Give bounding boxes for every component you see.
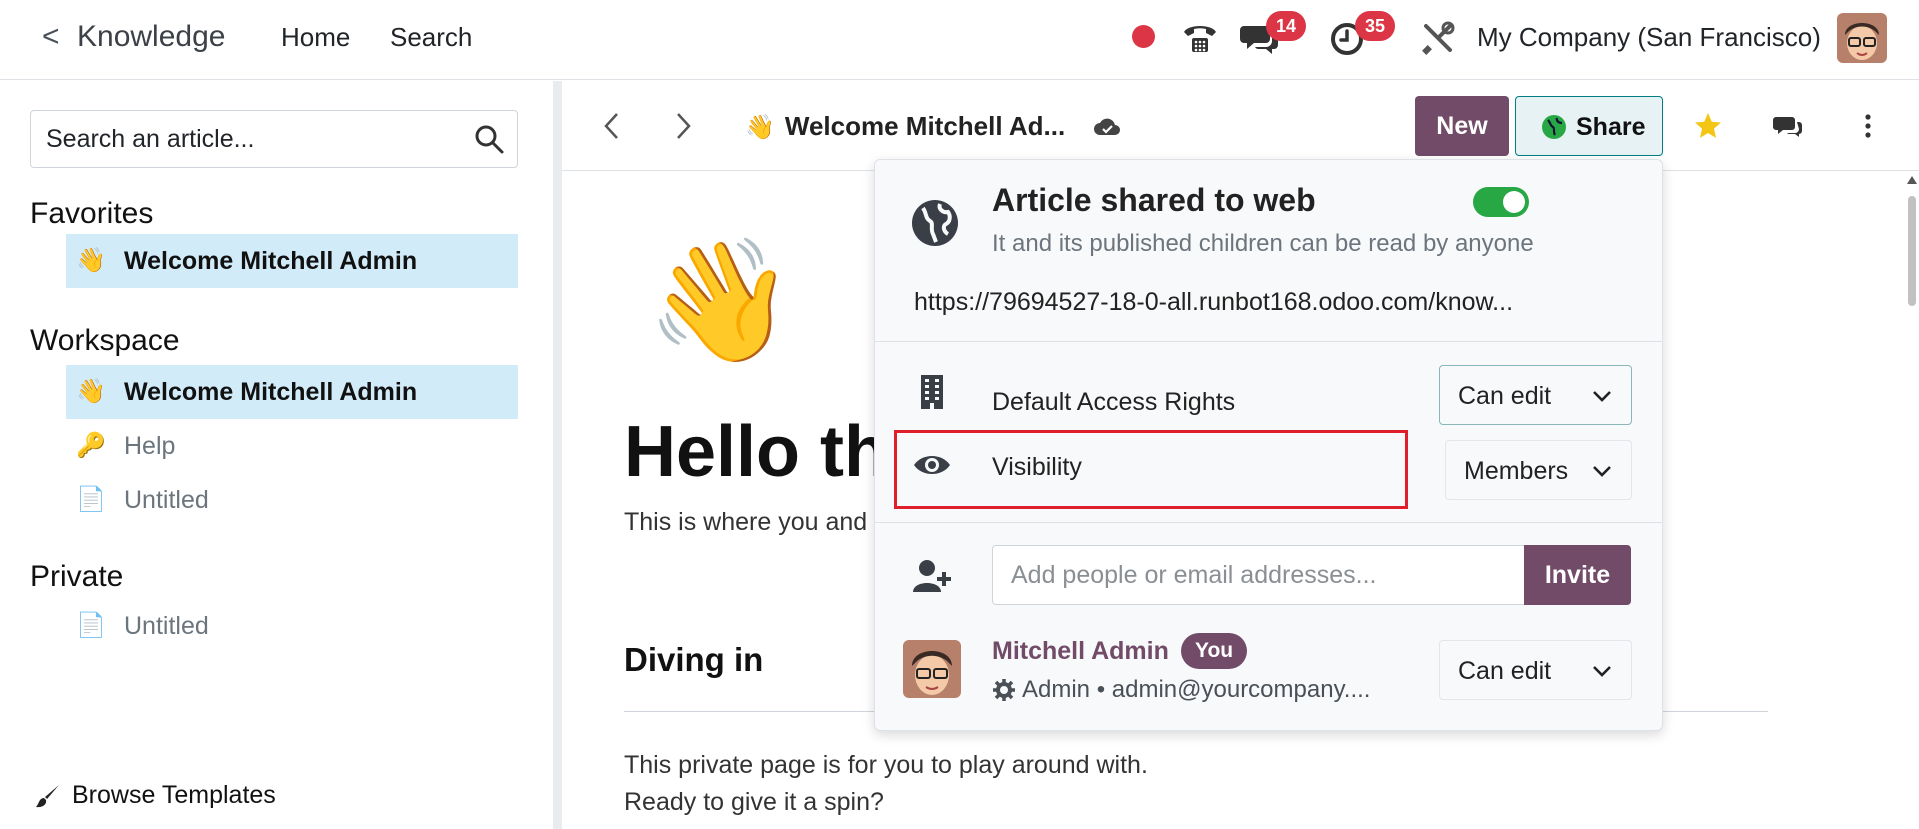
gear-icon	[992, 678, 1016, 702]
app-name[interactable]: Knowledge	[77, 20, 225, 54]
scroll-up-arrow[interactable]	[1907, 176, 1917, 184]
menu-home[interactable]: Home	[281, 22, 350, 53]
paintbrush-icon	[35, 783, 61, 809]
menu-search[interactable]: Search	[390, 22, 472, 53]
workspace-item-help[interactable]: 🔑 Help	[66, 419, 518, 473]
share-url[interactable]: https://79694527-18-0-all.runbot168.odoo…	[914, 288, 1513, 317]
messages-badge: 14	[1266, 11, 1307, 41]
top-navbar: < Knowledge Home Search 14 35 My Company…	[0, 0, 1919, 80]
article-search[interactable]	[30, 110, 518, 168]
visibility-highlight-box	[894, 430, 1408, 509]
globe-icon	[1541, 114, 1567, 140]
back-button[interactable]: <	[42, 20, 60, 54]
share-subtitle: It and its published children can be rea…	[992, 230, 1534, 257]
next-arrow-icon[interactable]	[668, 109, 698, 143]
favorite-item-welcome[interactable]: 👋 Welcome Mitchell Admin	[66, 234, 518, 288]
member-permission-value: Can edit	[1458, 657, 1552, 685]
status-indicator[interactable]	[1132, 25, 1155, 48]
chevron-down-icon	[1593, 391, 1611, 402]
tree-item-label: Untitled	[124, 486, 209, 514]
waving-hand-icon: 👋	[745, 114, 775, 141]
previous-arrow-icon[interactable]	[597, 109, 627, 143]
tools-icon[interactable]	[1418, 18, 1458, 58]
member-permission-select[interactable]: Can edit	[1439, 640, 1632, 700]
tree-item-label: Help	[124, 432, 176, 460]
key-icon: 🔑	[76, 432, 106, 459]
new-button[interactable]: New	[1415, 96, 1509, 156]
phone-icon[interactable]	[1180, 18, 1220, 58]
sidebar-resize-handle[interactable]	[553, 81, 562, 829]
visibility-value: Members	[1464, 457, 1569, 485]
private-title: Private	[30, 560, 124, 593]
member-role-email: Admin • admin@yourcompany....	[1022, 676, 1371, 703]
you-badge: You	[1181, 633, 1248, 669]
share-button[interactable]: Share	[1515, 96, 1663, 156]
share-popover: Article shared to web It and its publish…	[874, 159, 1663, 731]
chevron-down-icon	[1593, 666, 1611, 677]
user-avatar[interactable]	[1837, 13, 1887, 63]
workspace-item-welcome[interactable]: 👋 Welcome Mitchell Admin	[66, 365, 518, 419]
favorites-title: Favorites	[30, 197, 154, 230]
workspace-title: Workspace	[30, 324, 180, 357]
article-toolbar: 👋 Welcome Mitchell Ad... New Share	[562, 81, 1919, 171]
default-access-select[interactable]: Can edit	[1439, 365, 1632, 425]
paragraph[interactable]: Ready to give it a spin?	[624, 788, 884, 817]
more-options-icon[interactable]	[1862, 111, 1892, 141]
workspace-item-untitled[interactable]: 📄 Untitled	[66, 473, 518, 527]
waving-hand-icon: 👋	[76, 247, 106, 274]
activities-badge: 35	[1355, 11, 1396, 41]
default-access-value: Can edit	[1458, 382, 1552, 410]
add-user-icon	[912, 556, 952, 596]
breadcrumb-title: Welcome Mitchell Ad...	[784, 111, 1066, 141]
tree-item-label: Welcome Mitchell Admin	[124, 247, 418, 275]
star-icon[interactable]	[1693, 111, 1723, 141]
invite-input[interactable]	[992, 545, 1524, 605]
building-icon	[912, 372, 952, 412]
article-scrollbar[interactable]	[1906, 176, 1918, 829]
article-cover-emoji[interactable]: 👋	[646, 231, 795, 371]
share-label: Share	[1576, 113, 1646, 141]
paragraph[interactable]: This private page is for you to play aro…	[624, 751, 1148, 780]
browse-templates-label: Browse Templates	[72, 781, 276, 809]
tree-item-label: Untitled	[124, 612, 209, 640]
document-icon: 📄	[76, 486, 106, 513]
section-heading[interactable]: Diving in	[624, 641, 763, 679]
search-icon[interactable]	[473, 123, 505, 155]
visibility-select[interactable]: Members	[1445, 440, 1632, 500]
sidebar: Favorites 👋 Welcome Mitchell Admin Works…	[0, 81, 553, 829]
document-icon: 📄	[76, 612, 106, 639]
chevron-down-icon	[1593, 466, 1611, 477]
globe-americas-icon	[910, 198, 960, 248]
article-intro[interactable]: This is where you and	[624, 508, 867, 537]
breadcrumb[interactable]: 👋 Welcome Mitchell Ad...	[745, 111, 1065, 142]
member-name[interactable]: Mitchell Admin	[992, 637, 1169, 666]
member-avatar	[903, 640, 961, 698]
waving-hand-icon: 👋	[76, 378, 106, 405]
divider	[875, 341, 1662, 342]
invite-button[interactable]: Invite	[1524, 545, 1631, 605]
cloud-saved-icon	[1092, 111, 1122, 141]
toggle-knob	[1503, 191, 1525, 213]
company-switcher[interactable]: My Company (San Francisco)	[1477, 22, 1821, 53]
scrollbar-thumb[interactable]	[1908, 196, 1916, 306]
default-access-label: Default Access Rights	[992, 388, 1236, 416]
share-title: Article shared to web	[992, 182, 1316, 218]
private-item-untitled[interactable]: 📄 Untitled	[66, 599, 518, 653]
divider	[875, 522, 1662, 523]
share-to-web-toggle[interactable]	[1473, 187, 1529, 217]
tree-item-label: Welcome Mitchell Admin	[124, 378, 418, 406]
article-search-input[interactable]	[46, 111, 466, 167]
comments-icon[interactable]	[1773, 111, 1803, 141]
